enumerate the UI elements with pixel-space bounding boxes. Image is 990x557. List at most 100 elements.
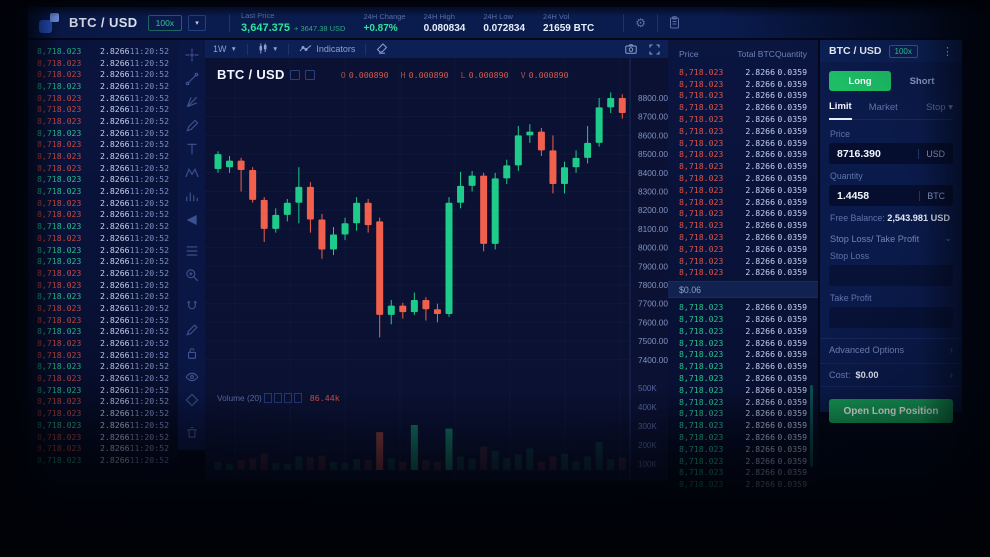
price-input[interactable]: 8716.390 USD [829, 143, 953, 164]
fullscreen-icon[interactable] [649, 44, 660, 55]
bid-row[interactable]: 8,718.0232.82660.0359 [668, 313, 818, 325]
trend-line-icon[interactable] [185, 72, 199, 86]
advanced-options-row[interactable]: Advanced Options › [829, 339, 953, 361]
kebab-menu-icon[interactable]: ⋮ [942, 45, 953, 58]
lock-icon[interactable] [185, 346, 199, 360]
bid-row[interactable]: 8,718.0232.82660.0359 [668, 431, 818, 443]
ask-row[interactable]: 8,718.0232.82660.0359 [668, 66, 818, 78]
bid-row[interactable]: 8,718.0232.82660.0359 [668, 337, 818, 349]
orderbook-scrollbar[interactable] [810, 385, 813, 467]
trade-row: 8,718.023 2.826611:20:52 [28, 162, 178, 174]
order-type-tabs: Limit Market Stop ▾ [829, 101, 953, 120]
svg-text:500K: 500K [638, 384, 657, 393]
ask-row[interactable]: 8,718.0232.82660.0359 [668, 243, 818, 255]
bid-row[interactable]: 8,718.0232.82660.0359 [668, 384, 818, 396]
chart-pair-title: BTC / USD [217, 67, 285, 82]
bid-row[interactable]: 8,718.0232.82660.0359 [668, 467, 818, 479]
trade-row: 8,718.023 2.826611:20:52 [28, 244, 178, 256]
ask-row[interactable]: 8,718.0232.82660.0359 [668, 267, 818, 279]
pair-dropdown-button[interactable]: ▾ [188, 15, 206, 31]
gear-icon[interactable]: ⚙ [635, 17, 646, 29]
ask-row[interactable]: 8,718.0232.82660.0359 [668, 196, 818, 208]
candlestick-chart[interactable]: 8800.008700.008600.008500.008400.008300.… [205, 58, 668, 480]
chart-type-selector[interactable]: ▼ [258, 43, 278, 56]
cost-row[interactable]: Cost:$0.00 › [820, 363, 962, 387]
svg-text:8300.00: 8300.00 [638, 187, 668, 197]
short-button[interactable]: Short [891, 76, 953, 87]
ask-row[interactable]: 8,718.0232.82660.0359 [668, 90, 818, 102]
indicators-button[interactable]: Indicators [299, 44, 355, 55]
shapes-icon[interactable] [185, 393, 199, 407]
ask-row[interactable]: 8,718.0232.82660.0359 [668, 255, 818, 267]
divider [657, 14, 658, 32]
gann-fan-icon[interactable] [185, 95, 199, 109]
clipboard-icon[interactable] [669, 16, 680, 29]
edit-drawing-icon[interactable] [185, 323, 199, 337]
cursor-arrow-icon[interactable] [185, 213, 199, 227]
trade-row: 8,718.023 2.826611:20:52 [28, 290, 178, 302]
long-button[interactable]: Long [829, 71, 891, 91]
camera-snapshot-icon[interactable] [625, 44, 637, 54]
trade-row: 8,718.023 2.826611:20:52 [28, 255, 178, 267]
timeframe-selector[interactable]: 1W▼ [213, 44, 237, 54]
bid-row[interactable]: 8,718.0232.82660.0359 [668, 372, 818, 384]
ask-row[interactable]: 8,718.0232.82660.0359 [668, 208, 818, 220]
ask-row[interactable]: 8,718.0232.82660.0359 [668, 78, 818, 90]
ask-row[interactable]: 8,718.0232.82660.0359 [668, 184, 818, 196]
sltp-toggle[interactable]: Stop Loss/ Take Profit ⌄ [830, 233, 952, 244]
crosshair-icon[interactable] [185, 48, 199, 62]
ask-row[interactable]: 8,718.0232.82660.0359 [668, 160, 818, 172]
ask-row[interactable]: 8,718.0232.82660.0359 [668, 137, 818, 149]
text-tool-icon[interactable] [185, 142, 199, 156]
ask-row[interactable]: 8,718.0232.82660.0359 [668, 125, 818, 137]
take-profit-input[interactable] [829, 307, 953, 328]
trade-row: 8,718.023 2.826611:20:52 [28, 103, 178, 115]
ask-row[interactable]: 8,718.0232.82660.0359 [668, 149, 818, 161]
svg-text:8000.00: 8000.00 [638, 243, 668, 253]
magnet-icon[interactable] [185, 299, 199, 313]
tab-limit[interactable]: Limit [829, 101, 852, 120]
trade-row: 8,718.023 2.826611:20:52 [28, 45, 178, 57]
xabcd-pattern-icon[interactable] [185, 166, 199, 180]
ask-row[interactable]: 8,718.0232.82660.0359 [668, 101, 818, 113]
eraser-button[interactable] [376, 43, 388, 56]
trade-row: 8,718.023 2.826611:20:52 [28, 127, 178, 139]
open-long-position-button[interactable]: Open Long Position [829, 399, 953, 423]
bid-row[interactable]: 8,718.0232.82660.0359 [668, 396, 818, 408]
forecast-icon[interactable] [185, 189, 199, 203]
bid-row[interactable]: 8,718.0232.82660.0359 [668, 419, 818, 431]
bid-row[interactable]: 8,718.0232.82660.0359 [668, 360, 818, 372]
bid-row[interactable]: 8,718.0232.82660.0359 [668, 478, 818, 490]
brush-icon[interactable] [185, 119, 199, 133]
bid-row[interactable]: 8,718.0232.82660.0359 [668, 325, 818, 337]
trash-icon[interactable] [185, 425, 199, 439]
bid-row[interactable]: 8,718.0232.82660.0359 [668, 349, 818, 361]
trade-row: 8,718.023 2.826611:20:52 [28, 209, 178, 221]
fib-retracement-icon[interactable] [185, 244, 199, 258]
zoom-in-icon[interactable] [185, 268, 199, 282]
stop-loss-input[interactable] [829, 265, 953, 286]
trade-row: 8,718.023 2.826611:20:52 [28, 349, 178, 361]
leverage-badge[interactable]: 100x [889, 45, 918, 58]
ask-row[interactable]: 8,718.0232.82660.0359 [668, 172, 818, 184]
chart-compare-icon[interactable] [305, 70, 315, 80]
bid-row[interactable]: 8,718.0232.82660.0359 [668, 408, 818, 420]
trade-row: 8,718.023 2.826611:20:52 [28, 384, 178, 396]
chart-settings-icon[interactable] [290, 70, 300, 80]
ask-row[interactable]: 8,718.0232.82660.0359 [668, 113, 818, 125]
tab-stop[interactable]: Stop ▾ [926, 102, 953, 119]
ask-row[interactable]: 8,718.0232.82660.0359 [668, 231, 818, 243]
bid-row[interactable]: 8,718.0232.82660.0359 [668, 443, 818, 455]
bid-row[interactable]: 8,718.0232.82660.0359 [668, 301, 818, 313]
chart-panel[interactable]: 1W▼ ▼ Indicators [205, 40, 668, 480]
leverage-badge[interactable]: 100x [148, 15, 182, 31]
divider [623, 14, 624, 32]
bid-row[interactable]: 8,718.0232.82660.0359 [668, 455, 818, 467]
trade-row: 8,718.023 2.826611:20:52 [28, 396, 178, 408]
app-logo [38, 12, 60, 34]
tab-market[interactable]: Market [869, 102, 898, 119]
eye-icon[interactable] [185, 370, 199, 384]
trade-row: 8,718.023 2.826611:20:52 [28, 442, 178, 454]
quantity-input[interactable]: 1.4458 BTC [829, 185, 953, 206]
ask-row[interactable]: 8,718.0232.82660.0359 [668, 219, 818, 231]
